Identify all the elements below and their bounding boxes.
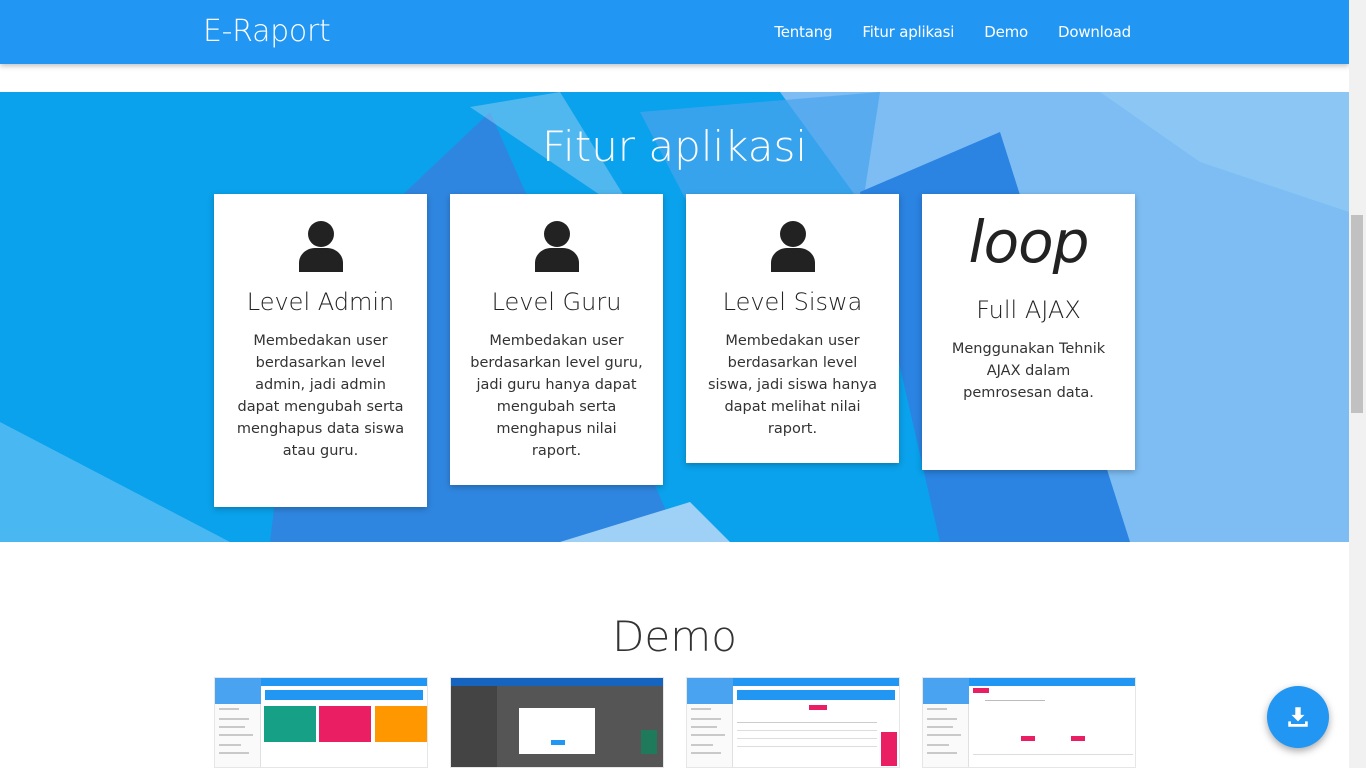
nav-link-download[interactable]: Download (1058, 23, 1131, 41)
feature-card-guru: Level Guru Membedakan user berdasarkan l… (450, 194, 663, 485)
feature-card-siswa: Level Siswa Membedakan user berdasarkan … (686, 194, 899, 463)
demo-screenshot-table[interactable] (686, 677, 900, 768)
card-description: Menggunakan Tehnik AJAX dalam pemrosesan… (951, 341, 1106, 401)
card-description: Membedakan user berdasarkan level guru, … (470, 333, 643, 459)
scrollbar-thumb[interactable] (1351, 215, 1363, 413)
card-title: Level Siswa (722, 288, 863, 316)
brand-logo[interactable]: E-Raport (203, 14, 331, 49)
card-title: Level Admin (246, 288, 395, 316)
demo-title: Demo (612, 612, 737, 661)
person-icon (770, 221, 815, 272)
loop-icon: loop (968, 208, 1090, 276)
download-fab-button[interactable] (1267, 686, 1329, 748)
features-section: Fitur aplikasi Level Admin Membedakan us… (0, 92, 1349, 542)
card-description: Membedakan user berdasarkan level admin,… (236, 333, 405, 459)
demo-screenshot-form[interactable] (922, 677, 1136, 768)
card-description: Membedakan user berdasarkan level siswa,… (707, 333, 878, 437)
demo-screenshot-modal[interactable] (450, 677, 664, 768)
top-navbar: E-Raport Tentang Fitur aplikasi Demo Dow… (0, 0, 1349, 64)
nav-link-fitur[interactable]: Fitur aplikasi (862, 23, 954, 41)
nav-links: Tentang Fitur aplikasi Demo Download (744, 23, 1131, 41)
person-icon (298, 221, 343, 272)
feature-card-ajax: loop Full AJAX Menggunakan Tehnik AJAX d… (922, 194, 1135, 470)
nav-link-demo[interactable]: Demo (984, 23, 1028, 41)
download-icon (1288, 707, 1308, 727)
card-title: Level Guru (491, 288, 622, 316)
page-scrollbar[interactable] (1349, 0, 1366, 768)
nav-link-tentang[interactable]: Tentang (774, 23, 832, 41)
card-title: Full AJAX (976, 296, 1081, 324)
features-title: Fitur aplikasi (541, 122, 808, 171)
feature-card-admin: Level Admin Membedakan user berdasarkan … (214, 194, 427, 507)
person-icon (534, 221, 579, 272)
demo-screenshot-dashboard[interactable] (214, 677, 428, 768)
